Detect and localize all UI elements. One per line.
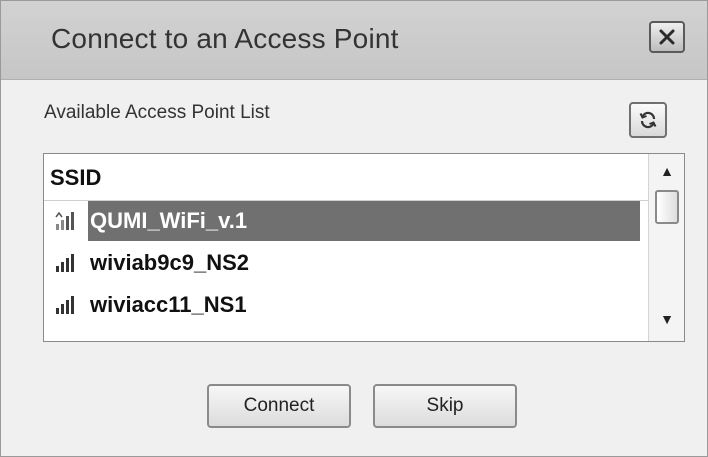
skip-button[interactable]: Skip: [373, 384, 517, 428]
refresh-button[interactable]: [629, 102, 667, 138]
dialog-body: Available Access Point List SSID QUMI_Wi…: [1, 80, 707, 456]
scroll-up-arrow-icon[interactable]: ▲: [649, 158, 684, 184]
access-point-row[interactable]: wiviacc11_NS1: [44, 285, 648, 325]
dialog-title: Connect to an Access Point: [51, 23, 399, 54]
access-point-ssid: wiviacc11_NS1: [90, 292, 247, 317]
wifi-signal-icon: [56, 296, 74, 314]
title-bar: Connect to an Access Point: [1, 1, 707, 80]
refresh-icon: [639, 111, 657, 129]
ssid-column-header-label: SSID: [50, 165, 102, 190]
list-scrollbar[interactable]: ▲ ▼: [648, 154, 684, 341]
access-point-list[interactable]: SSID QUMI_WiFi_v.1 wiviab9c9_NS2 wiviacc…: [43, 153, 685, 342]
access-point-ssid: wiviab9c9_NS2: [90, 250, 249, 275]
close-button[interactable]: [649, 21, 685, 53]
access-point-ssid: QUMI_WiFi_v.1: [88, 201, 640, 241]
access-point-list-label: Available Access Point List: [44, 102, 270, 123]
wifi-signal-icon: [55, 211, 74, 230]
ssid-column-header[interactable]: SSID: [44, 154, 648, 201]
wifi-signal-icon: [56, 254, 74, 272]
access-point-row[interactable]: QUMI_WiFi_v.1: [44, 201, 648, 241]
scrollbar-thumb[interactable]: [655, 190, 679, 224]
close-icon: [659, 29, 675, 45]
access-point-row[interactable]: wiviab9c9_NS2: [44, 243, 648, 283]
connect-dialog: Connect to an Access Point Available Acc…: [0, 0, 708, 457]
connect-button[interactable]: Connect: [207, 384, 351, 428]
scroll-down-arrow-icon[interactable]: ▼: [649, 306, 684, 332]
